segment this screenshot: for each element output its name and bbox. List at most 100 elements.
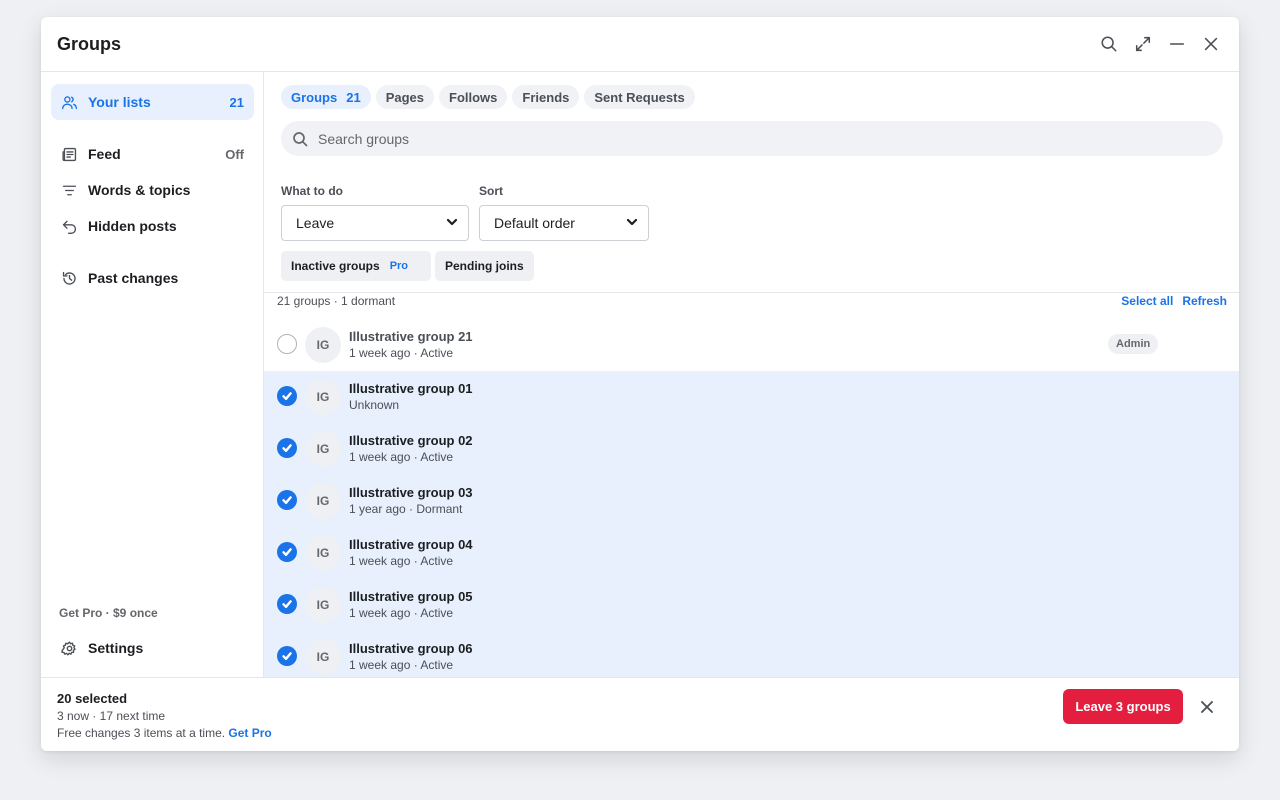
sidebar-item-words-topics[interactable]: Words & topics xyxy=(51,172,254,208)
refresh-link[interactable]: Refresh xyxy=(1182,294,1227,308)
pending-joins-chip[interactable]: Pending joins xyxy=(435,251,534,281)
action-select-label: What to do xyxy=(281,184,343,198)
search-icon xyxy=(292,131,308,147)
tab-groups[interactable]: Groups 21 xyxy=(281,85,371,109)
avatar: IG xyxy=(305,379,341,415)
sidebar-item-status: Off xyxy=(225,146,244,162)
newspaper-icon xyxy=(61,145,79,163)
close-icon[interactable] xyxy=(1197,697,1217,717)
minimize-icon[interactable] xyxy=(1167,34,1187,54)
group-meta: 1 week ago · Active xyxy=(349,346,454,360)
check-icon xyxy=(282,392,292,401)
sidebar-item-past-changes[interactable]: Past changes xyxy=(51,260,254,296)
sidebar-item-your-lists[interactable]: Your lists 21 xyxy=(51,84,254,120)
avatar: IG xyxy=(305,587,341,623)
sidebar-item-label: Settings xyxy=(88,640,144,656)
sort-select[interactable]: Default order xyxy=(479,205,649,241)
sidebar-item-label: Your lists xyxy=(88,94,151,110)
list-actions: Select all Refresh xyxy=(1121,294,1227,308)
check-icon xyxy=(282,444,292,453)
list-item[interactable]: IG Illustrative group 06 1 week ago · Ac… xyxy=(264,631,1239,677)
list-item[interactable]: IG Illustrative group 21 1 week ago · Ac… xyxy=(264,319,1239,371)
main-panel: Groups 21 Pages Follows Friends Sent Req… xyxy=(264,72,1239,677)
checkbox-checked[interactable] xyxy=(277,490,297,510)
list-tabs: Groups 21 Pages Follows Friends Sent Req… xyxy=(281,85,695,109)
note-text: Free changes 3 items at a time. xyxy=(57,726,226,740)
expand-icon[interactable] xyxy=(1133,34,1153,54)
close-icon[interactable] xyxy=(1201,34,1221,54)
avatar: IG xyxy=(305,483,341,519)
list-item[interactable]: IG Illustrative group 05 1 week ago · Ac… xyxy=(264,579,1239,631)
group-list: IG Illustrative group 21 1 week ago · Ac… xyxy=(264,319,1239,677)
pro-badge: Pro xyxy=(389,260,409,272)
list-item[interactable]: IG Illustrative group 02 1 week ago · Ac… xyxy=(264,423,1239,475)
checkbox[interactable] xyxy=(277,334,297,354)
chip-label: Inactive groups xyxy=(291,259,380,273)
list-item[interactable]: IG Illustrative group 01 Unknown xyxy=(264,371,1239,423)
search-bar xyxy=(281,121,1223,156)
sort-select-value: Default order xyxy=(494,215,575,231)
tab-label: Pages xyxy=(385,89,425,105)
checkbox-checked[interactable] xyxy=(277,646,297,666)
inactive-groups-chip[interactable]: Inactive groups Pro xyxy=(281,251,431,281)
avatar: IG xyxy=(305,639,341,675)
free-limit-note: Free changes 3 items at a time. Get Pro xyxy=(57,726,272,740)
checkbox-checked[interactable] xyxy=(277,594,297,614)
group-meta: 1 week ago · Active xyxy=(349,450,454,464)
users-icon xyxy=(61,93,79,111)
admin-badge: Admin xyxy=(1108,334,1159,354)
check-icon xyxy=(282,548,292,557)
chevron-down-icon xyxy=(626,215,638,231)
sidebar-item-feed[interactable]: Feed Off xyxy=(51,136,254,172)
window-title: Groups xyxy=(57,34,122,54)
filter-lines-icon xyxy=(61,181,79,199)
leave-groups-button[interactable]: Leave 3 groups xyxy=(1063,689,1183,724)
check-icon xyxy=(282,652,292,661)
list-item[interactable]: IG Illustrative group 04 1 week ago · Ac… xyxy=(264,527,1239,579)
selection-detail: 3 now · 17 next time xyxy=(57,709,166,723)
group-name: Illustrative group 02 xyxy=(349,433,473,448)
undo-icon xyxy=(61,217,79,235)
sidebar: Your lists 21 Feed Off Words & topics Hi… xyxy=(41,72,264,677)
sidebar-item-label: Words & topics xyxy=(88,182,191,198)
action-select[interactable]: Leave xyxy=(281,205,469,241)
list-item[interactable]: IG Illustrative group 03 1 year ago · Do… xyxy=(264,475,1239,527)
tab-label: Follows xyxy=(449,89,498,105)
group-meta: 1 year ago · Dormant xyxy=(349,502,463,516)
sidebar-item-label: Hidden posts xyxy=(88,218,177,234)
tab-label: Groups xyxy=(291,89,338,105)
tab-friends[interactable]: Friends xyxy=(512,85,580,109)
group-name: Illustrative group 21 xyxy=(349,329,473,344)
history-icon xyxy=(61,269,79,287)
action-select-value: Leave xyxy=(296,215,335,231)
search-input[interactable] xyxy=(316,129,1200,148)
sidebar-item-hidden-posts[interactable]: Hidden posts xyxy=(51,208,254,244)
get-pro-link[interactable]: Get Pro xyxy=(228,726,271,740)
get-pro-link[interactable]: Get Pro · $9 once xyxy=(59,606,158,620)
group-meta: 1 week ago · Active xyxy=(349,554,454,568)
avatar: IG xyxy=(305,431,341,467)
sort-select-label: Sort xyxy=(479,184,503,198)
search-icon[interactable] xyxy=(1099,34,1119,54)
checkbox-checked[interactable] xyxy=(277,386,297,406)
group-name: Illustrative group 06 xyxy=(349,641,473,656)
list-summary: 21 groups · 1 dormant xyxy=(277,294,396,308)
sidebar-item-count: 21 xyxy=(229,94,244,110)
title-bar: Groups xyxy=(41,17,1239,72)
checkbox-checked[interactable] xyxy=(277,438,297,458)
chevron-down-icon xyxy=(446,215,458,231)
selected-count: 20 selected xyxy=(57,691,128,706)
tab-label: Sent Requests xyxy=(594,89,685,105)
chip-label: Pending joins xyxy=(445,259,524,273)
group-meta: Unknown xyxy=(349,398,400,412)
tab-count: 21 xyxy=(346,89,361,105)
sidebar-item-settings[interactable]: Settings xyxy=(51,630,254,666)
select-all-link[interactable]: Select all xyxy=(1121,294,1173,308)
checkbox-checked[interactable] xyxy=(277,542,297,562)
selection-footer: 20 selected 3 now · 17 next time Free ch… xyxy=(41,677,1239,751)
tab-follows[interactable]: Follows xyxy=(439,85,508,109)
avatar: IG xyxy=(305,327,341,363)
group-name: Illustrative group 03 xyxy=(349,485,473,500)
tab-sent-requests[interactable]: Sent Requests xyxy=(584,85,695,109)
tab-pages[interactable]: Pages xyxy=(375,85,435,109)
